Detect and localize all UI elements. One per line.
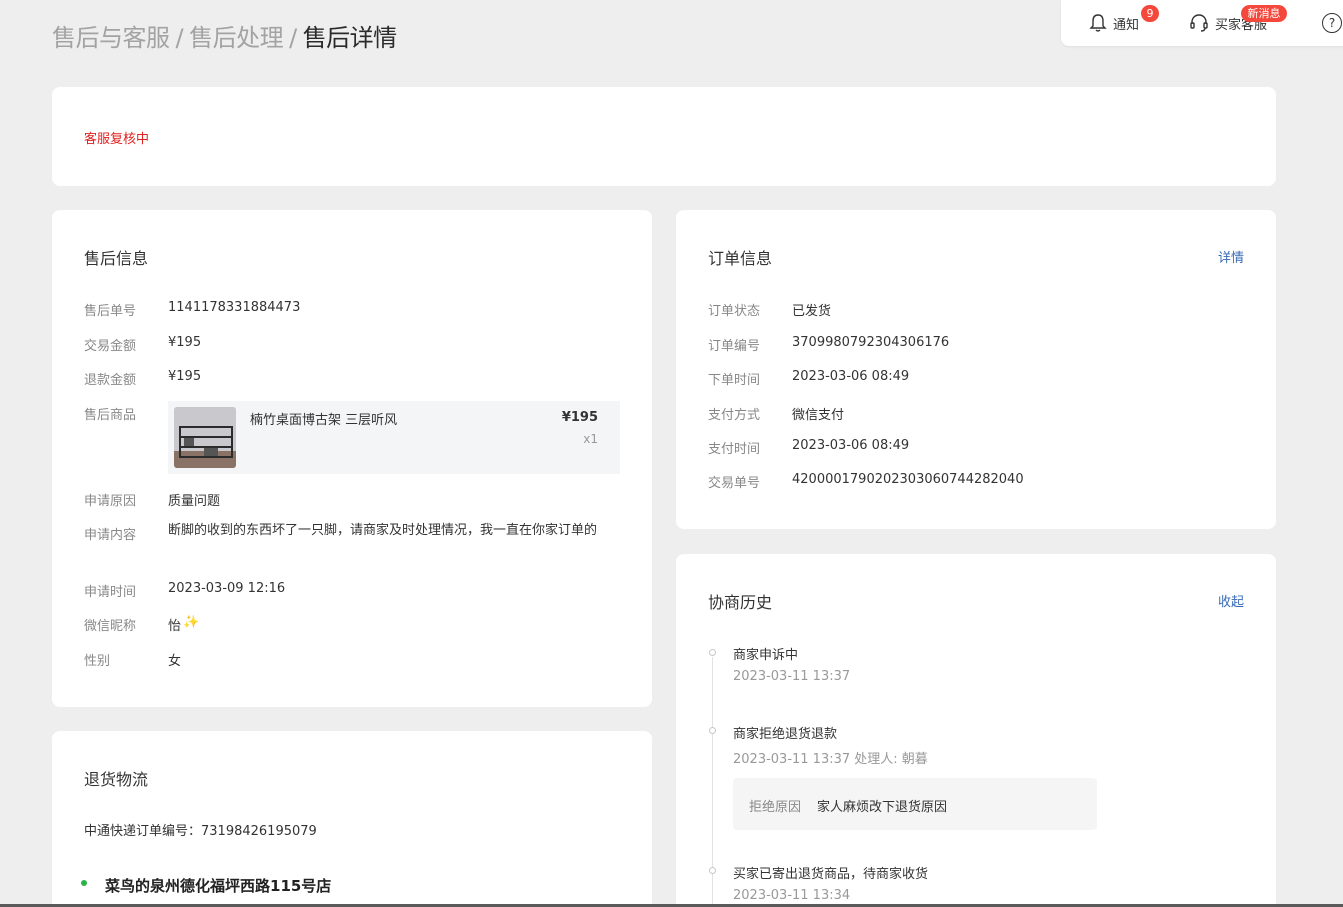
field-label: 申请时间 [84,585,137,600]
history-collapse-link[interactable]: 收起 [1218,591,1244,610]
return-logistics-card: 退货物流 中通快递订单编号：73198426195079 菜鸟的泉州德化福坪西路… [52,731,652,907]
gender-value: 女 [168,654,182,669]
aftersale-id-value: 1141178331884473 [168,300,301,315]
apply-content-row: 申请内容 断脚的收到的东西坏了一只脚，请商家及时处理情况，我一直在你家订单的 [84,523,618,543]
apply-reason-row: 申请原因 质量问题 [84,490,220,509]
field-label: 交易单号 [708,476,761,491]
history-event-time: 2023-03-11 13:37 [733,669,851,684]
new-message-badge: 新消息 [1241,5,1287,22]
apply-content-value: 断脚的收到的东西坏了一只脚，请商家及时处理情况，我一直在你家订单的 [168,523,598,538]
transaction-id-value: 4200001790202303060744282040 [792,472,1024,487]
pay-method-row: 支付方式 微信支付 [708,404,844,423]
history-card: 协商历史 收起 商家申诉中 2023-03-11 13:37 商家拒绝退货退款 … [676,554,1276,907]
pay-time-value: 2023-03-06 08:49 [792,438,910,453]
goods-row: 售后商品 [84,404,168,423]
breadcrumb: 售后与客服 / 售后处理 / 售后详情 [52,18,397,53]
history-event-title: 商家拒绝退货退款 [733,727,838,742]
refund-amount-value: ¥195 [168,369,202,384]
apply-reason-value: 质量问题 [168,494,221,509]
help-icon[interactable]: ? [1322,13,1342,33]
headset-icon [1190,14,1208,32]
reject-reason-value: 家人麻烦改下退货原因 [817,800,948,815]
order-info-card: 订单信息 详情 订单状态 已发货 订单编号 370998079230430617… [676,210,1276,529]
apply-time-value: 2023-03-09 12:16 [168,581,286,596]
transaction-id-row: 交易单号 4200001790202303060744282040 [708,472,1024,491]
notify-count-badge: 9 [1141,5,1159,22]
sparkle-emoji: ✨ [183,615,200,630]
status-card: 客服复核中 [52,87,1276,186]
breadcrumb-separator: / [175,24,184,52]
logistics-title: 退货物流 [84,770,149,789]
product-name[interactable]: 楠竹桌面博古架 三层听风 [250,409,397,428]
timeline-dot [709,867,716,874]
aftersale-info-card: 售后信息 售后单号 1141178331884473 交易金额 ¥195 退款金… [52,210,652,707]
history-event-title: 商家申诉中 [733,648,799,663]
tracking-number: 中通快递订单编号：73198426195079 [84,824,317,839]
nickname-row: 微信昵称 怡 ✨ [84,615,199,634]
nickname-value: 怡 [168,619,182,634]
field-label: 售后商品 [84,408,137,423]
refund-amount-row: 退款金额 ¥195 [84,369,201,388]
order-time-value: 2023-03-06 08:49 [792,369,910,384]
shelf-image [174,407,236,468]
aftersale-id-row: 售后单号 1141178331884473 [84,300,300,319]
breadcrumb-separator: / [289,24,297,52]
field-label: 支付时间 [708,442,761,457]
reject-reason-box: 拒绝原因 家人麻烦改下退货原因 [733,778,1097,830]
history-event-time: 2023-03-11 13:37 处理人: 朝暮 [733,752,928,767]
field-label: 支付方式 [708,408,761,423]
trade-amount-value: ¥195 [168,335,202,350]
help-glyph: ? [1328,16,1336,30]
pay-method-value: 微信支付 [792,408,845,423]
breadcrumb-item-service[interactable]: 售后与客服 [52,24,170,52]
product-price: ¥195 [561,410,598,425]
notify-label: 通知 [1113,17,1140,33]
field-label: 订单状态 [708,304,761,319]
gender-row: 性别 女 [84,650,181,669]
reject-reason-label: 拒绝原因 [749,800,802,815]
order-time-row: 下单时间 2023-03-06 08:49 [708,369,909,388]
field-label: 申请内容 [84,528,137,543]
field-label: 下单时间 [708,373,761,388]
field-label: 申请原因 [84,494,137,509]
order-title: 订单信息 [708,249,773,268]
page-title: 售后详情 [302,24,398,52]
timeline-dot [709,649,716,656]
product-qty: x1 [583,432,598,446]
bell-icon [1089,14,1107,32]
order-number-row: 订单编号 3709980792304306176 [708,335,949,354]
field-label: 性别 [84,654,111,669]
order-number-value: 3709980792304306176 [792,335,950,350]
status-text: 客服复核中 [84,132,150,147]
field-label: 订单编号 [708,339,761,354]
history-event-title: 买家已寄出退货商品，待商家收货 [733,867,929,882]
history-event-time: 2023-03-11 13:34 [733,888,851,903]
order-status-row: 订单状态 已发货 [708,300,831,319]
pay-time-row: 支付时间 2023-03-06 08:49 [708,438,909,457]
timeline-dot [709,727,716,734]
field-label: 售后单号 [84,304,137,319]
field-label: 微信昵称 [84,619,137,634]
logistics-status-dot [81,880,87,886]
trade-amount-row: 交易金额 ¥195 [84,335,201,354]
order-status-value: 已发货 [792,304,832,319]
order-detail-link[interactable]: 详情 [1218,247,1244,266]
logistics-station: 菜鸟的泉州德化福坪西路115号店 [105,877,332,895]
top-toolbar: 通知 9 买家客服 新消息 ? [1061,0,1343,46]
history-title: 协商历史 [708,593,773,612]
field-label: 交易金额 [84,339,137,354]
breadcrumb-item-handling[interactable]: 售后处理 [189,24,284,52]
apply-time-row: 申请时间 2023-03-09 12:16 [84,581,285,600]
aftersale-title: 售后信息 [84,249,149,268]
product-thumbnail [174,407,236,468]
goods-item[interactable]: 楠竹桌面博古架 三层听风 ¥195 x1 [168,401,620,474]
notify-button[interactable]: 通知 [1089,13,1139,33]
field-label: 退款金额 [84,373,137,388]
